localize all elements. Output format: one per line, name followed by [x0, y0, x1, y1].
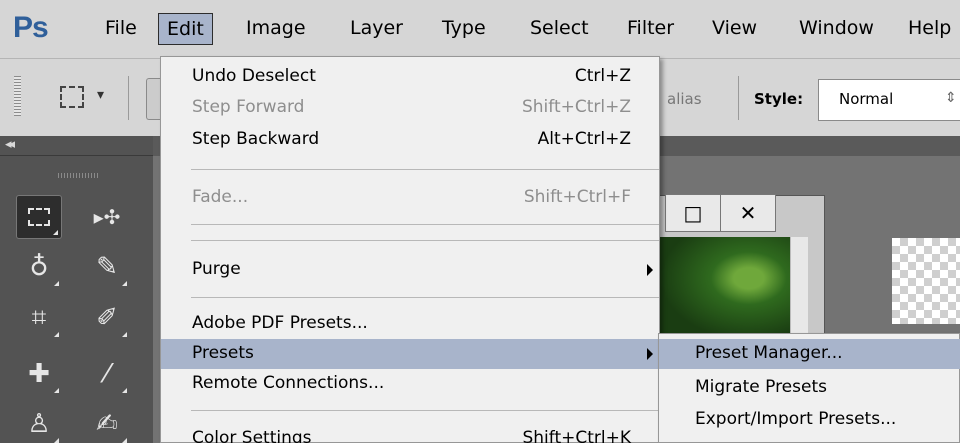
- menu-item-fade[interactable]: Fade... Shift+Ctrl+F: [161, 183, 659, 213]
- menu-layer[interactable]: Layer: [342, 13, 411, 45]
- rect-marquee-preset-icon[interactable]: [60, 86, 84, 108]
- menu-separator: [191, 240, 659, 241]
- menu-item-step-forward[interactable]: Step Forward Shift+Ctrl+Z: [161, 93, 659, 123]
- close-button[interactable]: ✕: [720, 194, 776, 232]
- history-brush-tool-icon[interactable]: ✍: [84, 402, 130, 443]
- menu-window[interactable]: Window: [791, 13, 882, 45]
- style-value: Normal: [839, 90, 894, 108]
- menu-item-color-settings[interactable]: Color Settings Shift+Ctrl+K: [161, 424, 659, 443]
- photoshop-logo: Ps: [13, 11, 49, 44]
- menu-separator: [191, 297, 659, 298]
- crop-tool-icon[interactable]: ⌗: [16, 296, 62, 340]
- menu-view[interactable]: View: [704, 13, 765, 45]
- menu-image[interactable]: Image: [238, 13, 314, 45]
- dropdown-arrow-icon: ⇕: [945, 90, 957, 106]
- submenu-item-export-import-presets[interactable]: Export/Import Presets...: [659, 405, 960, 435]
- tools-panel-grip[interactable]: [58, 173, 98, 178]
- menu-separator: [191, 169, 659, 170]
- menu-select[interactable]: Select: [522, 13, 597, 45]
- submenu-arrow-icon: [647, 264, 653, 276]
- maximize-button[interactable]: □: [665, 194, 721, 232]
- options-divider: [128, 76, 129, 120]
- tools-panel-header: ◂◂: [0, 136, 153, 156]
- menu-item-step-backward[interactable]: Step Backward Alt+Ctrl+Z: [161, 125, 659, 155]
- presets-submenu: Preset Manager... Migrate Presets Export…: [658, 333, 960, 443]
- transparency-checkerboard: [892, 238, 960, 324]
- submenu-item-migrate-presets[interactable]: Migrate Presets: [659, 373, 960, 403]
- menu-separator: [191, 410, 659, 411]
- options-bar-grip[interactable]: [14, 76, 21, 116]
- collapse-double-arrow-icon[interactable]: ◂◂: [5, 137, 15, 152]
- style-dropdown[interactable]: Normal ⇕: [818, 79, 960, 121]
- menu-bar: Ps File Edit Image Layer Type Select Fil…: [0, 0, 960, 58]
- brush-tool-icon[interactable]: ⁄: [84, 352, 130, 396]
- menu-item-remote-connections[interactable]: Remote Connections...: [161, 369, 659, 399]
- spot-healing-brush-icon[interactable]: ✚: [16, 352, 62, 396]
- move-tool-icon[interactable]: ▸✣: [84, 195, 130, 239]
- document-canvas-image: [660, 237, 808, 340]
- vertical-scrollbar[interactable]: [790, 237, 808, 340]
- menu-item-adobe-pdf-presets[interactable]: Adobe PDF Presets...: [161, 309, 659, 339]
- menu-item-undo-deselect[interactable]: Undo Deselect Ctrl+Z: [161, 62, 659, 92]
- menu-help[interactable]: Help: [900, 13, 959, 45]
- style-label: Style:: [754, 90, 804, 108]
- menu-edit[interactable]: Edit: [158, 13, 213, 45]
- submenu-arrow-icon: [647, 348, 653, 360]
- clone-stamp-tool-icon[interactable]: ♙: [16, 402, 62, 443]
- submenu-item-preset-manager[interactable]: Preset Manager...: [659, 339, 960, 369]
- rect-marquee-tool-icon[interactable]: [16, 195, 62, 239]
- edit-menu-dropdown: Undo Deselect Ctrl+Z Step Forward Shift+…: [160, 56, 660, 443]
- options-divider: [738, 76, 739, 120]
- maximize-icon: □: [683, 201, 703, 225]
- menu-file[interactable]: File: [97, 13, 145, 45]
- lasso-tool-icon[interactable]: ♁: [16, 245, 62, 289]
- close-icon: ✕: [739, 201, 757, 225]
- menu-separator: [191, 224, 659, 225]
- quick-selection-tool-icon[interactable]: ✎: [84, 245, 130, 289]
- menu-item-presets[interactable]: Presets: [161, 339, 659, 369]
- menu-filter[interactable]: Filter: [619, 13, 682, 45]
- chevron-down-icon[interactable]: ▾: [97, 87, 104, 103]
- eyedropper-tool-icon[interactable]: ✐: [84, 296, 130, 340]
- antialias-label: alias: [667, 90, 702, 108]
- menu-item-purge[interactable]: Purge: [161, 255, 659, 285]
- menu-type[interactable]: Type: [434, 13, 494, 45]
